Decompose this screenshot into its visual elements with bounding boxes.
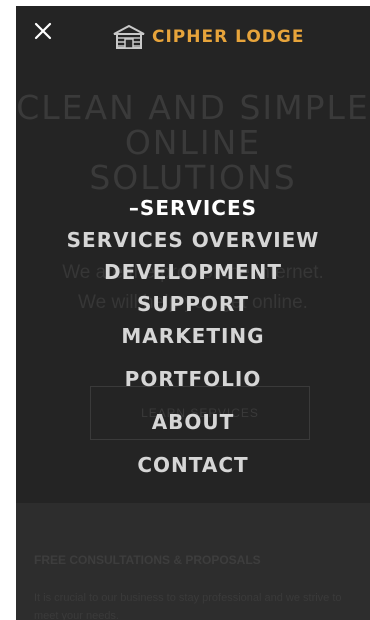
active-marker: – (128, 196, 140, 220)
menu-item-about[interactable]: ABOUT (16, 410, 370, 434)
cabin-icon (113, 24, 145, 49)
mobile-screen: CLEAN AND SIMPLE ONLINE SOLUTIONS We are… (16, 6, 370, 620)
menu-item-contact[interactable]: CONTACT (16, 453, 370, 477)
close-menu-button[interactable] (32, 20, 54, 42)
menu-item-support[interactable]: SUPPORT (16, 292, 370, 316)
menu-item-marketing[interactable]: MARKETING (16, 324, 370, 348)
menu-item-development[interactable]: DEVELOPMENT (16, 260, 370, 284)
menu-item-label: SERVICES (139, 196, 258, 220)
menu-item-portfolio[interactable]: PORTFOLIO (16, 367, 370, 391)
menu-item-services-overview[interactable]: SERVICES OVERVIEW (16, 228, 370, 252)
close-icon (34, 22, 52, 40)
site-logo[interactable]: CIPHER LODGE (112, 24, 304, 50)
logo-text: CIPHER LODGE (152, 27, 305, 47)
menu-item-services[interactable]: –SERVICES (16, 196, 370, 220)
navigation-overlay: CIPHER LODGE –SERVICES SERVICES OVERVIEW… (16, 6, 370, 620)
